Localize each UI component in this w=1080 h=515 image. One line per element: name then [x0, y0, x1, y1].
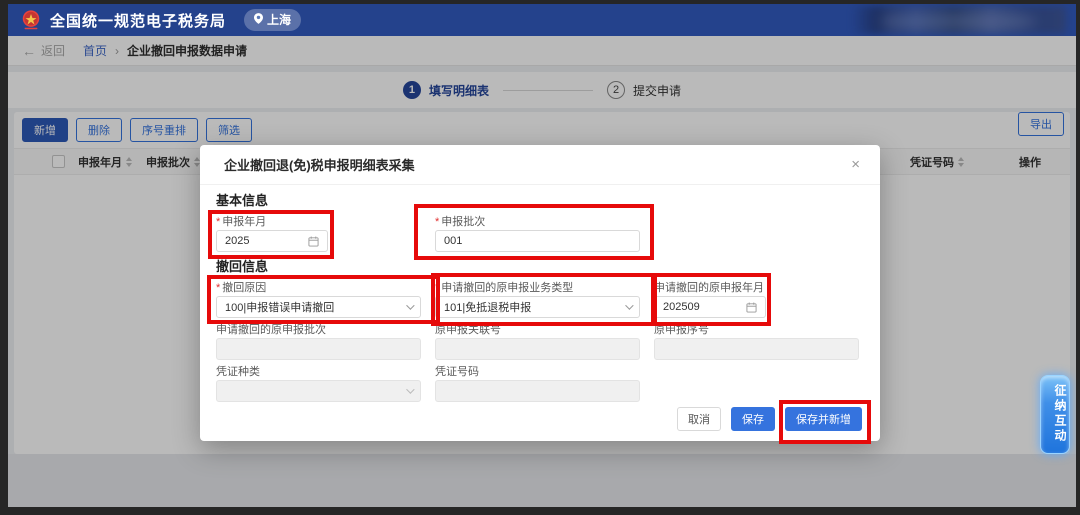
tax-interaction-widget[interactable]: 征纳互动	[1040, 375, 1070, 454]
chevron-down-icon	[406, 385, 414, 393]
declare-month-date-input[interactable]: 2025	[216, 230, 328, 252]
field-label-text: 原申报序号	[654, 325, 709, 336]
voucher-no-input	[435, 380, 640, 402]
field-label-text: 申请撤回的原申报年月	[654, 283, 764, 294]
field-label-text: 凭证号码	[435, 367, 479, 378]
field-label-text: 撤回原因	[222, 283, 266, 294]
field-label-text: 申报年月	[222, 217, 266, 228]
required-asterisk: *	[216, 217, 220, 228]
field-label: 申请撤回的原申报年月	[654, 283, 859, 294]
field-value: 202509	[663, 301, 700, 313]
field-label: * 申请撤回的原申报业务类型	[435, 283, 640, 294]
voucher-type-select	[216, 380, 421, 402]
calendar-icon	[308, 236, 319, 247]
field-orig-declare-batch: 申请撤回的原申报批次	[216, 325, 421, 360]
field-orig-serial-no: 原申报序号	[654, 325, 859, 360]
field-orig-relation-no: 原申报关联号	[435, 325, 640, 360]
field-declare-month: * 申报年月 2025	[216, 217, 421, 252]
field-label-text: 申请撤回的原申报批次	[216, 325, 326, 336]
field-label: 凭证号码	[435, 367, 640, 378]
orig-declare-month-date-input[interactable]: 202509	[654, 296, 766, 318]
empty-cell	[654, 367, 859, 402]
modal-body: 基本信息 * 申报年月 2025 * 申报批次	[200, 185, 880, 402]
field-withdraw-reason: * 撤回原因 100|申报错误申请撤回	[216, 283, 421, 318]
save-button[interactable]: 保存	[731, 407, 775, 431]
field-label-text: 申报批次	[441, 217, 485, 228]
orig-serial-no-input	[654, 338, 859, 360]
app-window: 全国统一规范电子税务局 上海 ← 返回 首页 › 企业撤回申报数据申请 1 填写…	[8, 4, 1076, 507]
location-label: 上海	[267, 11, 291, 28]
field-declare-batch: * 申报批次 001	[435, 217, 640, 252]
field-label: 申请撤回的原申报批次	[216, 325, 421, 336]
location-badge[interactable]: 上海	[244, 9, 301, 31]
orig-declare-batch-input	[216, 338, 421, 360]
redacted-user-info	[851, 6, 1066, 34]
field-label-text: 申请撤回的原申报业务类型	[441, 283, 573, 294]
field-label: * 申报年月	[216, 217, 421, 228]
field-value: 2025	[225, 235, 249, 247]
field-orig-declare-month: 申请撤回的原申报年月 202509	[654, 283, 859, 318]
tax-bureau-emblem-logo	[20, 9, 42, 31]
field-value: 001	[444, 235, 462, 247]
orig-relation-no-input	[435, 338, 640, 360]
save-and-add-button[interactable]: 保存并新增	[785, 407, 862, 431]
field-value: 101|免抵退税申报	[444, 299, 531, 315]
field-label: * 申报批次	[435, 217, 640, 228]
field-label-text: 原申报关联号	[435, 325, 501, 336]
modal-title: 企业撤回退(免)税申报明细表采集	[224, 155, 415, 174]
calendar-icon	[746, 302, 757, 313]
location-pin-icon	[254, 13, 263, 27]
chevron-down-icon	[406, 301, 414, 309]
orig-business-type-select[interactable]: 101|免抵退税申报	[435, 296, 640, 318]
brand: 全国统一规范电子税务局 上海	[20, 9, 301, 31]
section-title-basic: 基本信息	[216, 193, 864, 209]
empty-cell	[654, 217, 859, 252]
chevron-down-icon	[625, 301, 633, 309]
required-asterisk: *	[435, 283, 439, 294]
cancel-button[interactable]: 取消	[677, 407, 721, 431]
withdraw-detail-modal: 企业撤回退(免)税申报明细表采集 × 基本信息 * 申报年月 2025	[200, 145, 880, 441]
declare-batch-input[interactable]: 001	[435, 230, 640, 252]
app-header: 全国统一规范电子税务局 上海	[8, 4, 1076, 36]
field-voucher-no: 凭证号码	[435, 367, 640, 402]
section-title-withdraw: 撤回信息	[216, 259, 864, 275]
close-icon[interactable]: ×	[851, 157, 860, 172]
form-row-voucher: 凭证种类 凭证号码	[216, 367, 864, 402]
field-label: * 撤回原因	[216, 283, 421, 294]
form-row-withdraw-1: * 撤回原因 100|申报错误申请撤回 * 申请撤回的原申报业务类型 101|免…	[216, 283, 864, 318]
required-asterisk: *	[435, 217, 439, 228]
withdraw-reason-select[interactable]: 100|申报错误申请撤回	[216, 296, 421, 318]
modal-footer: 取消 保存 保存并新增	[677, 407, 862, 431]
form-row-basic: * 申报年月 2025 * 申报批次 001	[216, 217, 864, 252]
field-label: 原申报关联号	[435, 325, 640, 336]
field-label: 原申报序号	[654, 325, 859, 336]
field-voucher-type: 凭证种类	[216, 367, 421, 402]
required-asterisk: *	[216, 283, 220, 294]
modal-header: 企业撤回退(免)税申报明细表采集 ×	[200, 145, 880, 185]
field-orig-business-type: * 申请撤回的原申报业务类型 101|免抵退税申报	[435, 283, 640, 318]
field-value: 100|申报错误申请撤回	[225, 299, 334, 315]
app-title: 全国统一规范电子税务局	[50, 10, 226, 31]
field-label-text: 凭证种类	[216, 367, 260, 378]
form-row-withdraw-2: 申请撤回的原申报批次 原申报关联号 原申报序号	[216, 325, 864, 360]
field-label: 凭证种类	[216, 367, 421, 378]
